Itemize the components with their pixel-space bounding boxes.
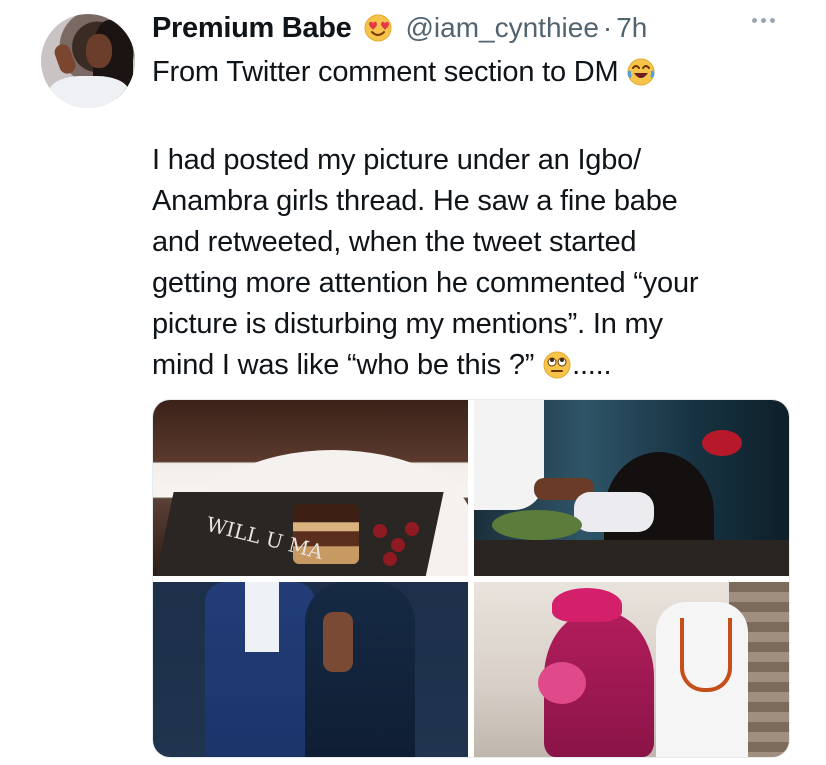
more-dot [752, 18, 757, 23]
display-name[interactable]: Premium Babe [152, 12, 352, 45]
media-grid: WILL U MA [152, 399, 790, 758]
tweet-text: From Twitter comment section to DM I had… [152, 52, 802, 392]
avatar[interactable] [41, 14, 135, 108]
tweet-line-last: mind I was like “who be this ?” ..... [152, 345, 802, 392]
bride-headwrap [552, 588, 622, 622]
berry [383, 552, 397, 566]
tweet-line-text: mind I was like “who be this ?” [152, 349, 535, 381]
table [474, 540, 789, 576]
woman-arm [323, 612, 353, 672]
woman-dress [305, 582, 415, 757]
flowers [702, 430, 742, 456]
eye-roll-emoji-icon [542, 350, 572, 392]
avatar-hand [52, 42, 78, 76]
bride-fan [538, 662, 586, 704]
tweet-line: and retweeted, when the tweet started [152, 226, 637, 258]
tweet-header: Premium Babe @iam_cynthiee · 7h [152, 10, 647, 46]
avatar-face [86, 34, 112, 68]
proposal-arm [474, 400, 544, 510]
handle[interactable]: @iam_cynthiee [405, 12, 598, 44]
berry [405, 522, 419, 536]
tweet-line: getting more attention he commented “you… [152, 267, 699, 299]
woman-sleeve [574, 492, 654, 532]
ellipsis-text: ..... [572, 349, 612, 381]
media-image-cake[interactable]: WILL U MA [153, 400, 468, 576]
media-image-proposal[interactable] [474, 400, 789, 576]
tweet-line: Anambra girls thread. He saw a fine babe [152, 185, 678, 217]
plant [492, 510, 582, 540]
laughing-emoji-icon [626, 57, 656, 99]
berry [373, 524, 387, 538]
more-dot [770, 18, 775, 23]
media-image-couple-blue[interactable] [153, 582, 468, 757]
tweet-line: I had posted my picture under an Igbo/ [152, 144, 641, 176]
berry [391, 538, 405, 552]
tweet-line: picture is disturbing my mentions”. In m… [152, 308, 663, 340]
more-icon[interactable] [752, 18, 775, 23]
timestamp[interactable]: 7h [616, 12, 647, 44]
separator-dot: · [602, 12, 613, 43]
groom-beads [680, 618, 732, 692]
media-image-traditional-wedding[interactable] [474, 582, 789, 757]
avatar-shirt [49, 76, 129, 108]
tweet-line: From Twitter comment section to DM [152, 52, 802, 99]
man-shirt [245, 582, 279, 652]
heart-eyes-emoji-icon [363, 13, 393, 43]
tweet-line-text: From Twitter comment section to DM [152, 56, 619, 88]
more-dot [761, 18, 766, 23]
